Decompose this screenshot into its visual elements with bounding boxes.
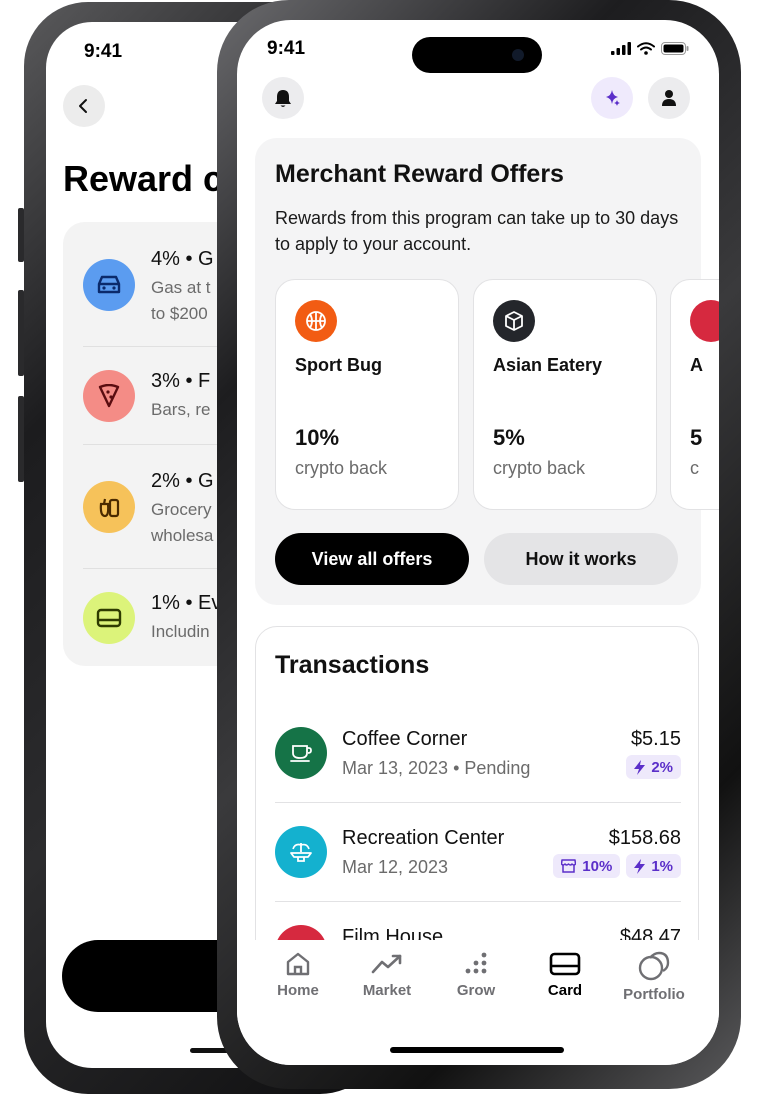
transaction-row[interactable]: Recreation Center Mar 12, 2023 $158.68 1…	[256, 803, 700, 901]
basketball-icon	[295, 300, 337, 342]
offer-card[interactable]: A 5 c	[670, 279, 719, 510]
merchant-icon	[690, 300, 719, 342]
transaction-row[interactable]: Coffee Corner Mar 13, 2023 • Pending $5.…	[256, 704, 700, 802]
offer-percent: 5%	[493, 425, 525, 450]
reward-title: 4% • G	[151, 248, 214, 270]
side-button	[18, 208, 24, 262]
reward-subtitle: Gas at t	[151, 278, 211, 297]
offer-merchant-name: Sport Bug	[295, 355, 382, 375]
ai-assistant-button[interactable]	[591, 77, 633, 119]
reward-badge: 2%	[626, 755, 681, 779]
badge-text: 2%	[651, 758, 673, 776]
dynamic-island	[412, 37, 542, 73]
merchant-name: Recreation Center	[342, 827, 505, 849]
battery-icon	[661, 42, 689, 55]
transaction-amount: $158.68	[608, 827, 681, 849]
tab-label: Portfolio	[623, 986, 685, 1003]
tab-label: Market	[362, 982, 412, 999]
tab-card[interactable]: Card	[520, 950, 610, 999]
offers-title: Merchant Reward Offers	[275, 160, 564, 188]
reward-badge: 10%	[553, 854, 621, 878]
transaction-date: Mar 13, 2023 • Pending	[342, 758, 531, 778]
bolt-icon	[634, 759, 646, 775]
signal-icon	[611, 42, 631, 55]
tab-label: Grow	[456, 982, 496, 999]
offer-merchant-name: Asian Eatery	[493, 355, 603, 375]
offer-percent: 10%	[295, 425, 340, 450]
badge-text: 10%	[582, 857, 613, 875]
reward-subtitle: to $200	[151, 304, 208, 323]
box-icon	[493, 300, 535, 342]
coins-icon	[638, 951, 670, 981]
reward-subtitle: Includin	[151, 622, 210, 641]
front-phone-screen: 9:41 Merchant Reward Offers Rewards from…	[237, 20, 719, 1065]
bolt-icon	[634, 858, 646, 874]
reward-badges: 2%	[626, 755, 681, 779]
coffee-icon	[275, 727, 327, 779]
card-icon	[83, 592, 135, 644]
side-button	[18, 290, 24, 376]
how-it-works-button[interactable]: How it works	[484, 533, 678, 585]
reward-title: 2% • G	[151, 470, 214, 492]
offer-card[interactable]: Asian Eatery 5% crypto back	[473, 279, 657, 510]
status-icons	[611, 42, 689, 55]
offer-label: crypto back	[295, 458, 388, 478]
reward-subtitle: Bars, re	[151, 400, 211, 419]
offer-percent: 5	[690, 425, 703, 450]
transaction-date: Mar 12, 2023	[342, 857, 449, 877]
reward-title: 3% • F	[151, 370, 211, 392]
status-time: 9:41	[267, 38, 306, 59]
profile-button[interactable]	[648, 77, 690, 119]
grocery-icon	[83, 481, 135, 533]
reward-subtitle: wholesa	[151, 526, 214, 545]
car-icon	[83, 259, 135, 311]
notifications-button[interactable]	[262, 77, 304, 119]
store-icon	[561, 859, 577, 873]
user-icon	[662, 90, 676, 106]
tab-label: Home	[277, 982, 319, 999]
tab-label: Card	[547, 982, 583, 999]
reward-title: 1% • Ev	[151, 592, 222, 614]
reward-badges: 10% 1%	[553, 854, 681, 878]
home-indicator	[390, 1047, 564, 1053]
view-all-offers-button[interactable]: View all offers	[275, 533, 469, 585]
offer-label: c	[690, 458, 699, 478]
wifi-icon	[637, 42, 655, 55]
camera-icon	[512, 49, 524, 61]
sparkle-icon	[606, 90, 620, 106]
side-button	[18, 396, 24, 482]
card-icon	[549, 952, 581, 976]
reward-badge: 1%	[626, 854, 681, 878]
badge-text: 1%	[651, 857, 673, 875]
merchant-offers-card: Merchant Reward Offers Rewards from this…	[255, 138, 719, 605]
dots-icon	[465, 952, 487, 974]
back-button[interactable]	[63, 85, 105, 127]
pizza-icon	[83, 370, 135, 422]
bell-icon	[275, 90, 291, 107]
transaction-amount: $5.15	[630, 728, 681, 750]
offers-description: Rewards from this program can take up to…	[275, 208, 679, 254]
transactions-title: Transactions	[275, 651, 430, 679]
chevron-left-icon	[79, 99, 87, 113]
page-title: Reward c	[63, 158, 224, 199]
tab-portfolio[interactable]: Portfolio	[609, 950, 699, 1003]
offer-label: crypto back	[493, 458, 586, 478]
fountain-icon	[275, 826, 327, 878]
tab-grow[interactable]: Grow	[431, 950, 521, 999]
tab-home[interactable]: Home	[253, 950, 343, 999]
reward-subtitle: Grocery	[151, 500, 212, 519]
offer-card[interactable]: Sport Bug 10% crypto back	[275, 279, 459, 510]
merchant-name: Coffee Corner	[342, 728, 468, 750]
tab-market[interactable]: Market	[342, 950, 432, 999]
status-time: 9:41	[84, 41, 123, 62]
offer-merchant-name: A	[690, 355, 703, 375]
home-icon	[286, 952, 310, 976]
trend-icon	[371, 954, 402, 974]
